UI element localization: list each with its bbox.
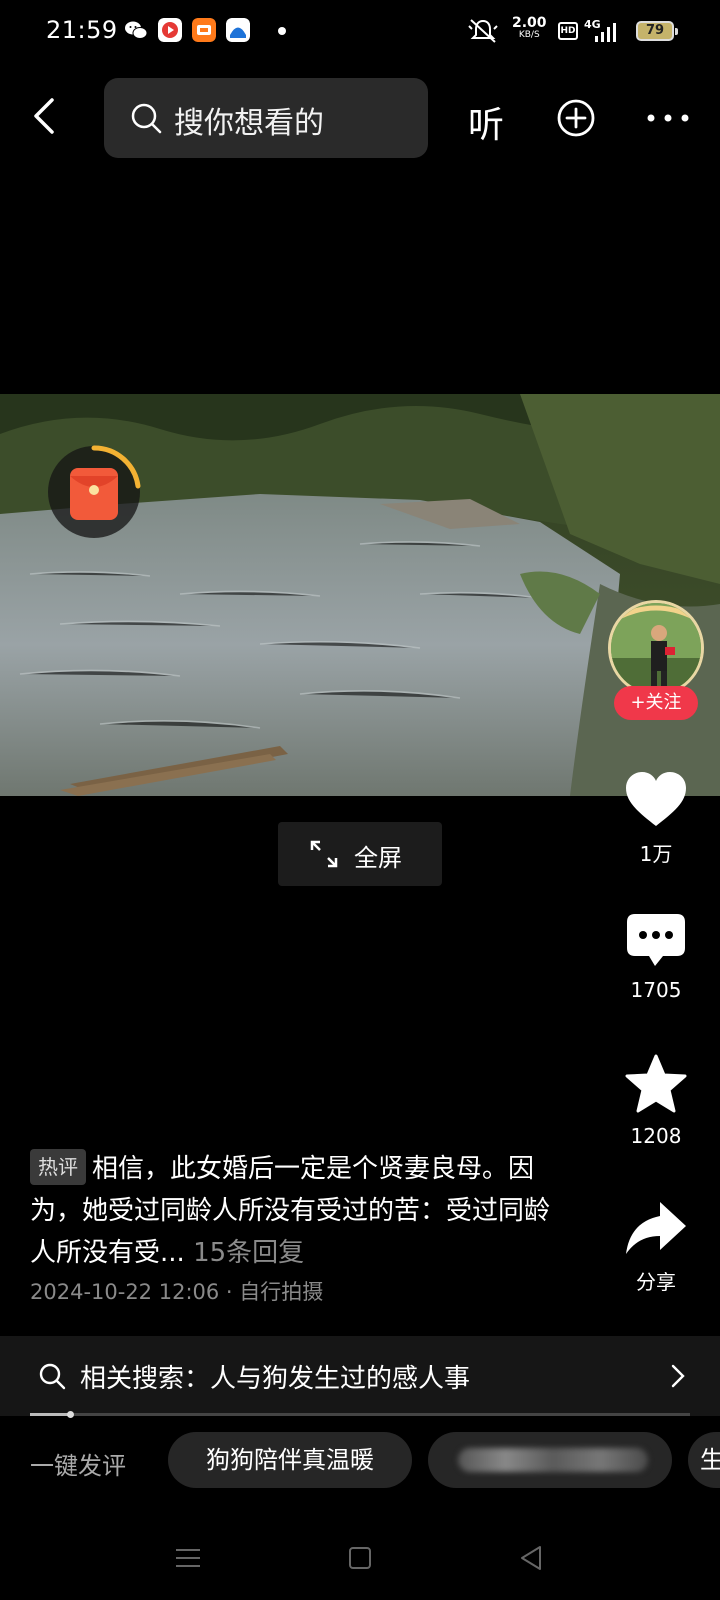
expand-icon [310,840,338,868]
quick-comment-chip-3[interactable]: 生 [688,1432,720,1488]
video-progress-bar[interactable] [30,1411,690,1418]
comment-button[interactable]: 1705 [612,912,700,1002]
signal-icon: 4G [584,18,620,44]
menu-icon[interactable] [168,1538,208,1578]
heart-icon [626,772,686,826]
video-progress-fill [30,1413,70,1416]
back-button[interactable] [24,94,68,138]
add-button[interactable] [556,98,596,138]
wechat-icon [125,21,148,39]
network-speed-value: 2.00 [512,15,547,31]
system-nav-bar [0,1520,720,1600]
avatar-image [611,603,701,693]
app-icon-red-play [158,18,182,42]
hot-comment[interactable]: 热评 相信，此女婚后一定是个贤妻良母。因为，她受过同龄人所没有受过的苦：受过同龄人… [30,1148,560,1274]
comment-count: 1705 [630,978,682,1002]
hot-comment-tag: 热评 [30,1149,86,1185]
follow-button[interactable]: +关注 [614,686,698,720]
status-bar: 21:59 2.00 KB/S HD 4G 79 [0,0,720,64]
mute-bell-icon [468,19,498,43]
more-options-button[interactable] [646,110,690,126]
fullscreen-button[interactable]: 全屏 [278,822,442,886]
quick-comment-chip-1[interactable]: 狗狗陪伴真温暖 [168,1432,412,1488]
favorite-count: 1208 [630,1124,682,1148]
search-icon [131,103,162,134]
reply-count-link[interactable]: 15条回复 [193,1238,304,1268]
related-search-bar[interactable]: 相关搜索：人与狗发生过的感人事 [0,1336,720,1416]
quick-comment-chip-2[interactable] [428,1432,672,1488]
post-meta: 2024-10-22 12:06 · 自行拍摄 [30,1280,324,1304]
home-square-icon[interactable] [340,1538,380,1578]
share-label: 分享 [636,1270,676,1294]
listen-button[interactable]: 听 [468,96,504,148]
like-button[interactable]: 1万 [612,770,700,867]
status-time: 21:59 [46,16,118,44]
signal-bars-icon [595,23,616,42]
like-count: 1万 [639,842,673,866]
search-box[interactable]: 搜你想看的 [104,78,428,158]
chip-blurred-content [458,1448,648,1472]
creator-avatar[interactable] [608,600,704,696]
network-speed: 2.00 KB/S [512,15,547,41]
red-packet-reward-button[interactable] [44,442,144,542]
video-progress-handle[interactable] [66,1411,74,1418]
star-icon [625,1054,687,1113]
favorite-button[interactable]: 1208 [612,1054,700,1148]
app-icon-orange [192,18,216,42]
chevron-right-icon [671,1364,685,1388]
share-arrow-icon [626,1202,686,1254]
notification-dot [278,27,286,35]
share-button[interactable]: 分享 [612,1200,700,1295]
search-icon [39,1363,66,1390]
hd-badge: HD [558,22,578,40]
comment-bubble-icon [627,914,685,966]
quick-comment-label: 一键发评 [30,1452,126,1480]
related-search-text: 相关搜索：人与狗发生过的感人事 [80,1364,471,1394]
battery-icon: 79 [636,21,678,41]
app-icon-blue [226,18,250,42]
fullscreen-label: 全屏 [354,844,402,872]
back-triangle-icon[interactable] [512,1538,552,1578]
search-placeholder: 搜你想看的 [174,106,324,141]
